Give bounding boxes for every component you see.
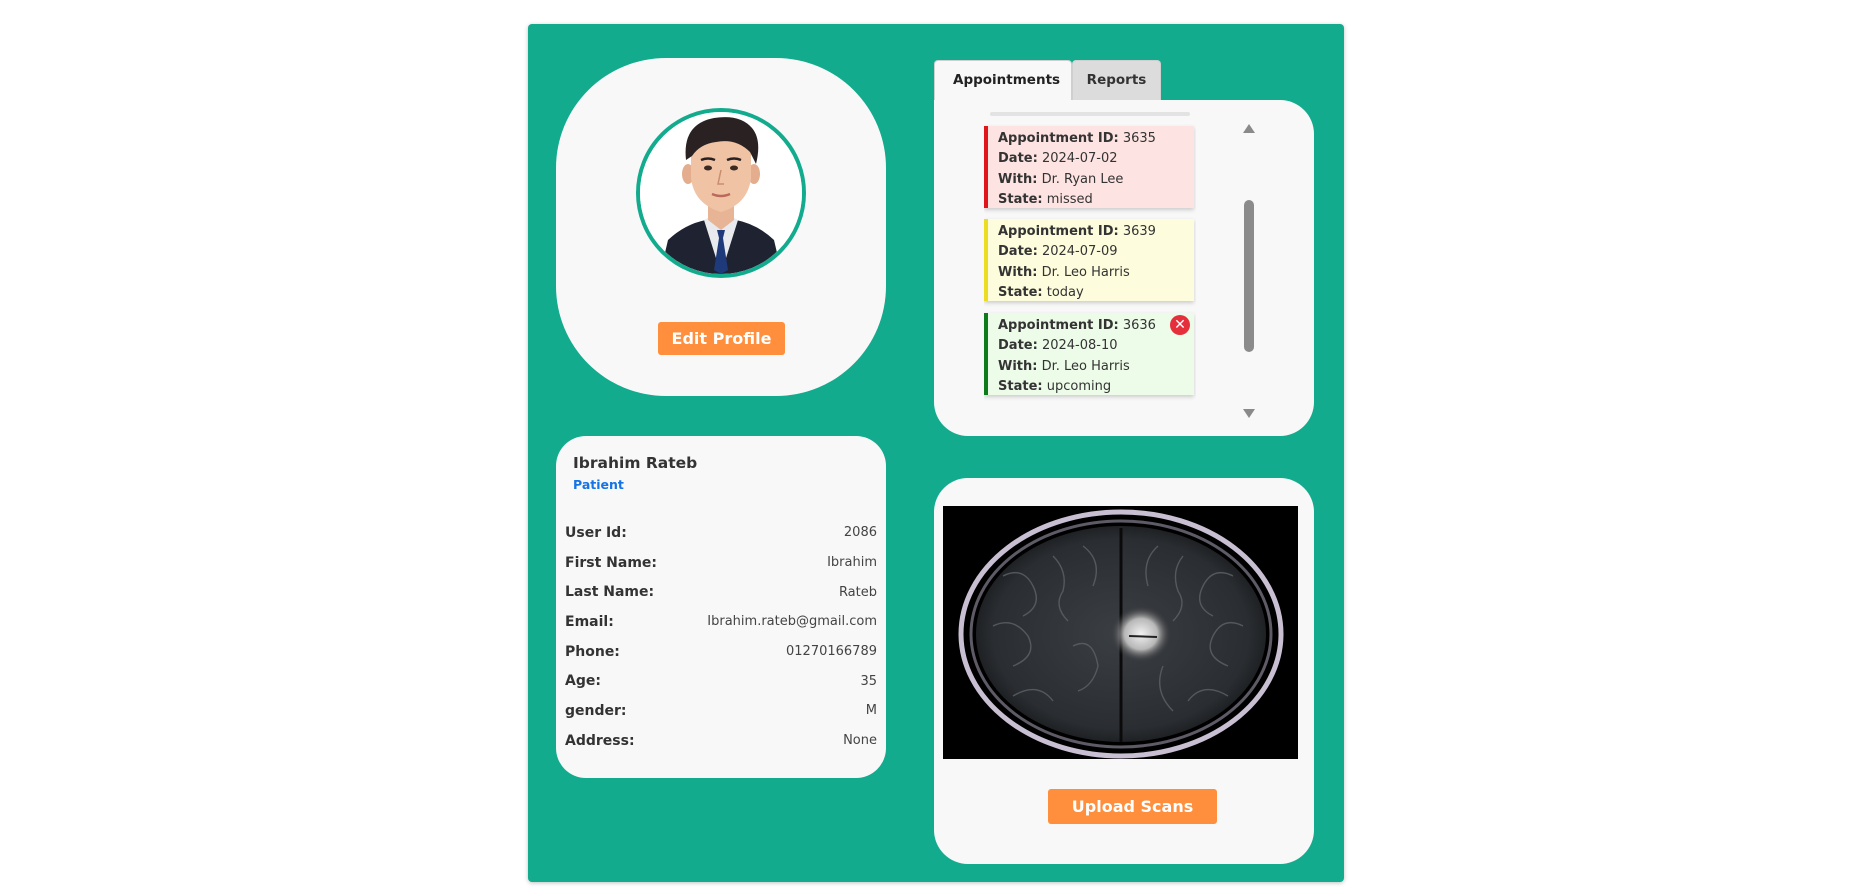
phone-row: Phone: 01270166789 (565, 637, 877, 667)
appointment-id-value: 3635 (1122, 131, 1156, 146)
appointments-card: Appointment ID: 3635 Date: 2024-07-02 Wi… (934, 100, 1314, 436)
field-label: Phone: (565, 643, 620, 660)
appointment-state-label: State: (998, 191, 1043, 207)
user-details: User Id: 2086 First Name: Ibrahim Last N… (565, 518, 877, 756)
appointment-state-value: today (1046, 284, 1084, 300)
field-label: Email: (565, 613, 614, 630)
address-row: Address: None (565, 726, 877, 756)
appointment-state-value: missed (1046, 191, 1093, 207)
field-label: Address: (565, 732, 635, 749)
appointment-item[interactable]: Appointment ID: 3635 Date: 2024-07-02 Wi… (984, 126, 1194, 208)
brain-scan-image (943, 506, 1298, 759)
appointment-doctor-value: Dr. Ryan Lee (1041, 171, 1124, 187)
appointment-with-label: With: (998, 358, 1038, 374)
mri-scan-illustration (943, 506, 1298, 759)
field-label: Age: (565, 673, 601, 690)
field-label: User Id: (565, 524, 627, 541)
appointment-date-value: 2024-07-02 (1041, 151, 1118, 167)
field-label: Last Name: (565, 584, 655, 601)
gender-row: gender: M (565, 696, 877, 726)
field-value: None (843, 733, 877, 749)
field-value: 35 (860, 673, 877, 689)
list-item-edge (990, 112, 1190, 116)
appointment-id-label: Appointment ID: (998, 318, 1119, 333)
edit-profile-button[interactable]: Edit Profile (658, 322, 785, 355)
appointment-state-label: State: (998, 378, 1043, 394)
field-value: Ibrahim (827, 555, 877, 571)
avatar (636, 108, 806, 278)
appointment-id-value: 3636 (1122, 318, 1156, 333)
appointment-state-label: State: (998, 284, 1043, 300)
appointment-id-label: Appointment ID: (998, 224, 1119, 239)
appointment-date-label: Date: (998, 338, 1038, 354)
appointment-doctor-value: Dr. Leo Harris (1041, 358, 1130, 374)
appointment-list[interactable]: Appointment ID: 3635 Date: 2024-07-02 Wi… (984, 112, 1196, 412)
appointment-id-value: 3639 (1122, 224, 1156, 239)
appointment-with-label: With: (998, 171, 1038, 187)
avatar-illustration (640, 112, 802, 274)
appointment-item[interactable]: Appointment ID: 3639 Date: 2024-07-09 Wi… (984, 219, 1194, 301)
appointment-date-label: Date: (998, 244, 1038, 260)
appointment-doctor-value: Dr. Leo Harris (1041, 264, 1130, 280)
upload-scans-button[interactable]: Upload Scans (1048, 789, 1217, 824)
field-value: Ibrahim.rateb@gmail.com (707, 614, 877, 630)
scrollbar-thumb[interactable] (1244, 200, 1254, 352)
scroll-down-arrow-icon[interactable] (1243, 409, 1255, 418)
field-label: First Name: (565, 554, 658, 571)
appointment-id-label: Appointment ID: (998, 131, 1119, 146)
last-name-row: Last Name: Rateb (565, 577, 877, 607)
user-role: Patient (573, 477, 624, 492)
field-value: M (865, 703, 877, 719)
scan-card: Upload Scans (934, 478, 1314, 864)
user-info-card: Ibrahim Rateb Patient User Id: 2086 Firs… (556, 436, 886, 778)
profile-panel: Edit Profile Ibrahim Rateb Patient User … (528, 24, 1344, 882)
tab-appointments[interactable]: Appointments (934, 60, 1072, 100)
field-value: Rateb (838, 584, 877, 600)
appointment-date-label: Date: (998, 151, 1038, 167)
avatar-card: Edit Profile (556, 58, 886, 396)
field-label: gender: (565, 702, 627, 719)
close-circle-icon[interactable]: ✕ (1170, 315, 1190, 335)
scroll-up-arrow-icon[interactable] (1243, 124, 1255, 133)
user-id-row: User Id: 2086 (565, 518, 877, 548)
appointment-date-value: 2024-07-09 (1041, 244, 1118, 260)
field-value: 2086 (843, 525, 877, 541)
appointment-with-label: With: (998, 264, 1038, 280)
tab-bar: Appointments Reports (934, 60, 1161, 100)
appointment-scrollbar[interactable] (1242, 122, 1256, 418)
age-row: Age: 35 (565, 666, 877, 696)
email-row: Email: Ibrahim.rateb@gmail.com (565, 607, 877, 637)
first-name-row: First Name: Ibrahim (565, 548, 877, 578)
tab-reports[interactable]: Reports (1072, 60, 1161, 100)
appointment-item[interactable]: ✕ Appointment ID: 3636 Date: 2024-08-10 … (984, 313, 1194, 395)
user-name: Ibrahim Rateb (573, 454, 698, 472)
appointment-state-value: upcoming (1046, 378, 1112, 394)
appointment-date-value: 2024-08-10 (1041, 338, 1118, 354)
field-value: 01270166789 (786, 644, 877, 660)
